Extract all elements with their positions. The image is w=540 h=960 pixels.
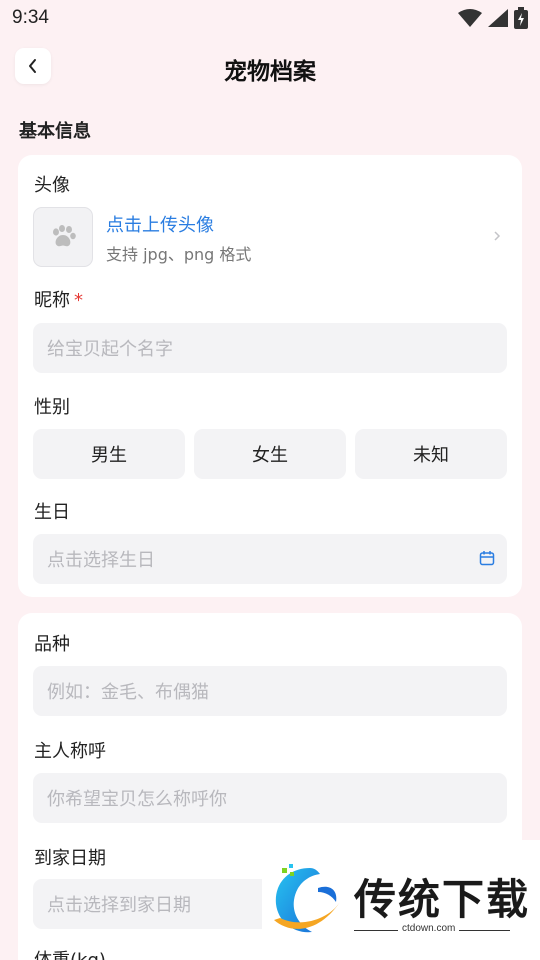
birthday-picker[interactable]: 点击选择生日: [33, 534, 507, 584]
gender-option-unknown[interactable]: 未知: [355, 429, 507, 479]
gender-label: 性别: [34, 397, 70, 418]
gender-option-male[interactable]: 男生: [33, 429, 185, 479]
owner-title-input[interactable]: 你希望宝贝怎么称呼你: [33, 773, 507, 823]
arrival-date-label: 到家日期: [34, 848, 106, 869]
battery-icon: [514, 7, 528, 29]
calendar-icon: [479, 551, 495, 566]
status-icons: [458, 7, 528, 29]
gender-option-female[interactable]: 女生: [194, 429, 346, 479]
gender-selector: 男生 女生 未知: [33, 429, 507, 479]
required-mark: *: [74, 290, 83, 311]
nickname-input[interactable]: 给宝贝起个名字: [33, 323, 507, 373]
breed-label: 品种: [34, 634, 70, 655]
avatar-label: 头像: [34, 175, 70, 196]
nickname-label-text: 昵称: [34, 290, 70, 311]
weight-label: 体重(kg): [34, 946, 106, 960]
owner-title-label: 主人称呼: [34, 741, 106, 762]
status-time: 9:34: [12, 7, 49, 28]
status-bar: 9:34: [0, 0, 540, 36]
section-title: 基本信息: [19, 121, 91, 142]
breed-input[interactable]: 例如：金毛、布偶猫: [33, 666, 507, 716]
birthday-placeholder: 点击选择生日: [47, 550, 155, 571]
avatar-upload-link[interactable]: 点击上传头像: [106, 211, 214, 237]
nickname-label: 昵称 *: [34, 286, 83, 312]
signal-icon: [488, 9, 508, 27]
watermark-url: ctdown.com: [398, 923, 460, 934]
watermark-logo-icon: [274, 864, 340, 933]
wifi-icon: [458, 9, 482, 27]
watermark: 传统下载 ctdown.com: [262, 840, 540, 960]
avatar-format-hint: 支持 jpg、png 格式: [106, 245, 252, 264]
birthday-label: 生日: [34, 502, 70, 523]
avatar-placeholder[interactable]: [33, 207, 93, 267]
chevron-right-icon: [494, 231, 501, 241]
watermark-text: 传统下载: [354, 875, 531, 924]
avatar-upload-row[interactable]: 点击上传头像 支持 jpg、png 格式: [33, 207, 507, 267]
header: 宠物档案: [0, 44, 540, 92]
page-title: 宠物档案: [224, 59, 316, 85]
basic-info-card: 头像 点击上传头像 支持 jpg、png 格式 昵称 * 给宝贝起个名字 性别 男…: [18, 155, 522, 597]
paw-icon: [53, 225, 76, 247]
